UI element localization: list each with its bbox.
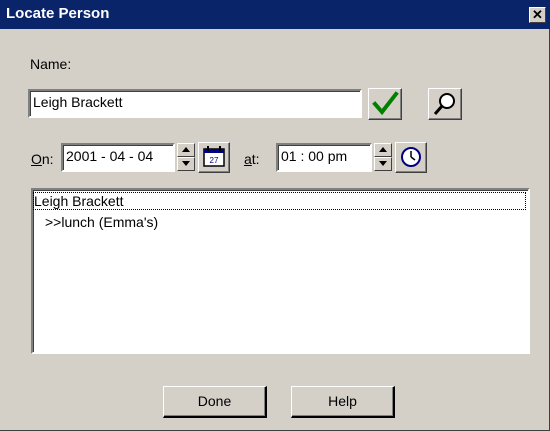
name-input[interactable]: Leigh Brackett [28,89,362,118]
date-field-value: 2001 - 04 - 04 [66,148,154,164]
magnifier-icon [433,93,455,115]
list-item-text: Leigh Brackett [34,193,124,209]
name-label: Name: [30,56,72,72]
date-label-text: n: [41,151,54,167]
date-label: On: [31,151,54,167]
close-icon: ✕ [532,7,543,22]
arrow-down-icon [379,161,387,166]
clock-button[interactable] [395,142,427,173]
close-button[interactable]: ✕ [529,7,546,23]
time-increment-button[interactable] [374,143,392,157]
clock-icon [401,147,421,167]
arrow-up-icon [379,147,387,152]
list-item-text: >>lunch (Emma's) [45,214,159,230]
list-item[interactable]: Leigh Brackett [33,192,526,210]
confirm-name-button[interactable] [368,88,402,120]
calendar-day-number: 27 [210,156,219,165]
time-label-text: t: [251,151,260,167]
locate-person-dialog: Locate Person ✕ Name: Leigh Brackett On:… [0,0,550,431]
time-field-value: 01 : 00 pm [281,148,348,164]
time-field[interactable]: 01 : 00 pm [276,143,372,172]
date-increment-button[interactable] [177,143,195,157]
time-label-accelerator: a [244,151,252,167]
help-button-label: Help [328,393,357,409]
date-spinner[interactable] [177,143,195,171]
window-title: Locate Person [6,5,110,22]
calendar-icon: 27 [203,146,225,167]
arrow-up-icon [182,147,190,152]
date-label-accelerator: O [31,151,42,167]
results-list[interactable]: Leigh Brackett >>lunch (Emma's) [31,188,530,354]
done-button[interactable]: Done [163,386,267,418]
list-item[interactable]: >>lunch (Emma's) [45,214,158,230]
time-spinner[interactable] [374,143,392,171]
name-input-value: Leigh Brackett [33,94,123,110]
time-label: at: [244,151,260,167]
date-decrement-button[interactable] [177,157,195,171]
help-button[interactable]: Help [291,386,395,418]
checkmark-icon [372,91,399,116]
arrow-down-icon [182,161,190,166]
date-field[interactable]: 2001 - 04 - 04 [61,143,175,172]
search-button[interactable] [428,88,462,120]
time-decrement-button[interactable] [374,157,392,171]
title-bar[interactable]: Locate Person ✕ [0,0,550,29]
done-button-label: Done [197,393,232,409]
calendar-button[interactable]: 27 [198,142,230,173]
